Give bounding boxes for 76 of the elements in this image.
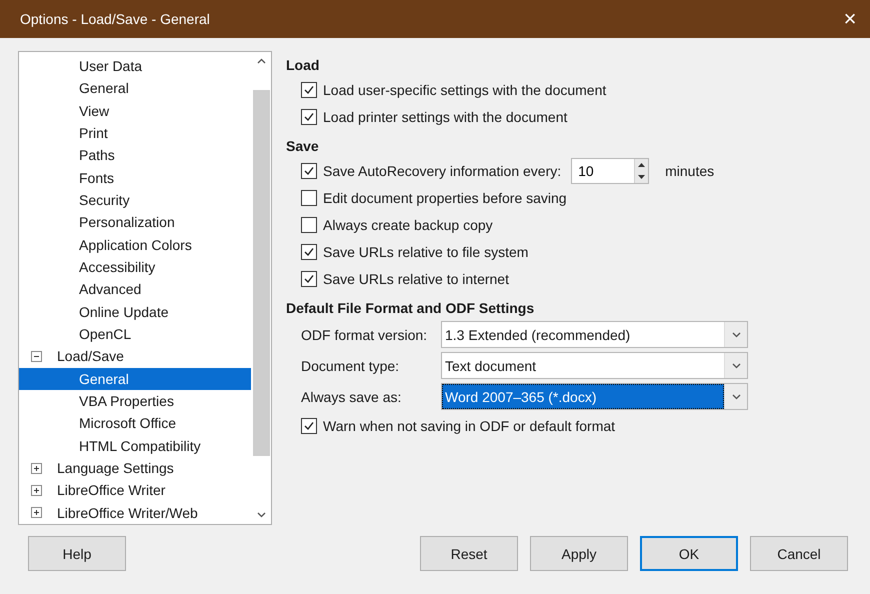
dialog-button[interactable]: Help [28,536,126,571]
expand-icon[interactable] [31,462,42,474]
check-icon [303,110,315,122]
window-title: Options - Load/Save - General [20,11,210,27]
expand-icon[interactable] [31,484,42,496]
tree-item[interactable]: Application Colors [19,234,251,256]
tree-item[interactable]: Language Settings [19,456,251,480]
caret-down-icon [256,512,266,518]
unit-label: minutes [665,162,714,178]
checkbox[interactable] [301,190,317,206]
increment-button[interactable] [635,158,648,170]
dropdown[interactable]: 1.3 Extended (recommended) [441,321,748,348]
tree-item[interactable]: LibreOffice Writer/Web [19,502,251,524]
spin-box[interactable]: 10 [571,158,650,184]
checkbox[interactable] [301,418,317,434]
field-label: Always save as: [301,388,402,404]
tree-item[interactable]: Accessibility [19,256,251,278]
tree-item[interactable]: Paths [19,144,251,167]
caret-up-icon [256,58,266,64]
checkbox-label[interactable]: Save AutoRecovery information every: [323,162,562,178]
dialog-button[interactable]: Reset [420,536,518,571]
check-icon [303,246,315,258]
chevron-down-icon [732,332,740,338]
checkbox-label[interactable]: Always create backup copy [323,216,493,232]
close-button[interactable]: × [830,0,870,38]
tree-item[interactable]: Advanced [19,278,251,301]
chevron-down-icon [732,362,740,368]
checkbox[interactable] [301,216,317,232]
dialog-button[interactable]: OK [640,536,738,571]
section-heading: Load [286,56,320,75]
check-icon [303,420,315,432]
section-heading: Default File Format and ODF Settings [286,299,536,318]
dropdown[interactable]: Word 2007–365 (*.docx) [441,383,748,410]
tree-item[interactable]: Print [19,122,251,144]
field-label: Document type: [301,358,400,374]
check-icon [303,84,315,96]
tree-item[interactable]: View [19,100,251,122]
checkbox[interactable] [301,244,317,260]
tree-item[interactable]: LibreOffice Writer [19,479,251,502]
checkbox-label[interactable]: Load printer settings with the document [323,108,568,124]
tree-item[interactable]: Microsoft Office [19,412,251,435]
number-input[interactable]: 10 [572,158,634,182]
tree-item[interactable]: Security [19,188,251,212]
checkbox-label[interactable]: Load user-specific settings with the document [323,82,606,98]
dialog-button[interactable]: Apply [530,536,628,571]
tree-item[interactable]: OpenCL [19,322,251,346]
field-label: ODF format version: [301,326,428,342]
tree-item[interactable]: HTML Compatibility [19,434,251,457]
checkbox-label[interactable]: Warn when not saving in ODF or default format [323,418,616,434]
checkbox[interactable] [301,108,317,124]
checkbox-label[interactable]: Save URLs relative to internet [323,270,509,286]
triangle-down-icon [638,174,646,178]
scroll-thumb[interactable] [252,90,270,456]
tree-item[interactable]: User Data [19,55,251,78]
tree-item[interactable]: General [19,77,251,100]
checkbox[interactable] [301,82,317,98]
dropdown[interactable]: Text document [441,352,748,379]
checkbox[interactable] [301,270,317,286]
tree-item[interactable]: Online Update [19,300,251,323]
tree-item[interactable]: VBA Properties [19,390,251,412]
triangle-up-icon [638,162,646,166]
section-heading: Save [286,137,320,156]
expand-icon[interactable] [31,507,42,518]
tree-item[interactable]: Personalization [19,211,251,234]
tree-item[interactable]: Load/Save [19,345,251,368]
chevron-down-icon [732,394,740,400]
checkbox-label[interactable]: Edit document properties before saving [323,190,567,206]
check-icon [303,272,315,284]
decrement-button[interactable] [635,170,648,182]
tree-item[interactable]: General [19,368,251,390]
tree-item[interactable]: Fonts [19,166,251,189]
checkbox[interactable] [301,162,317,178]
checkbox-label[interactable]: Save URLs relative to file system [323,244,528,260]
dialog-button[interactable]: Cancel [750,536,848,571]
check-icon [303,164,315,176]
collapse-icon[interactable] [31,350,42,362]
